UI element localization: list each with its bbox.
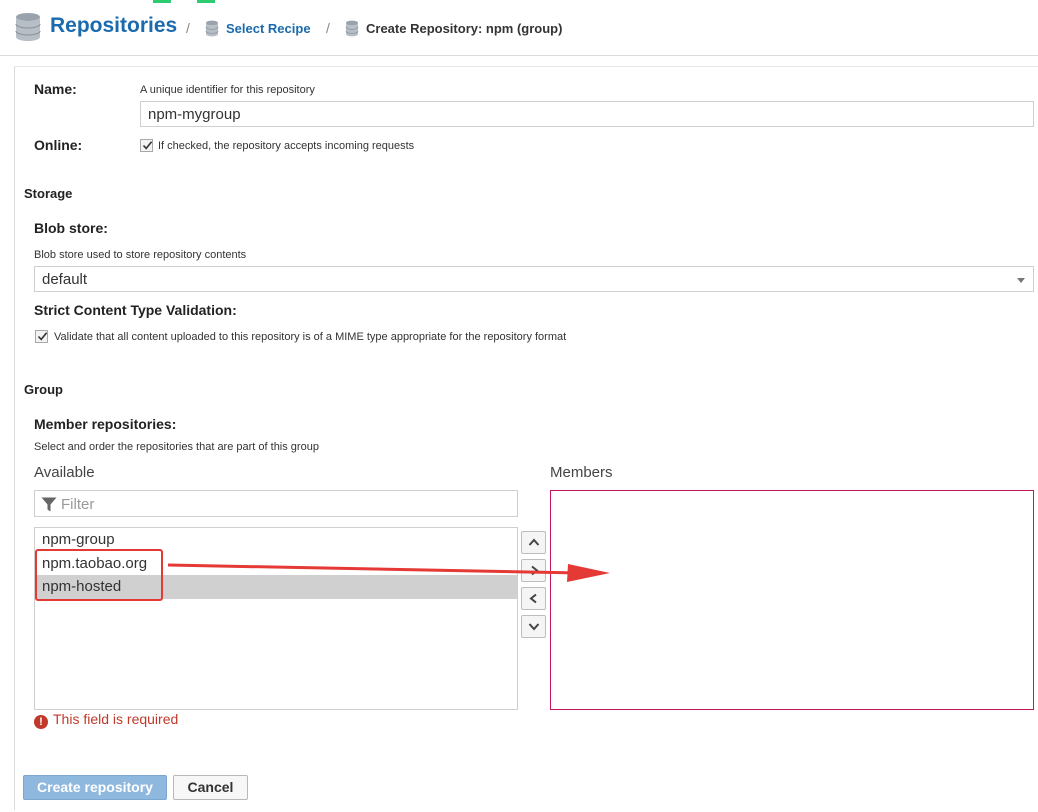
breadcrumb-current: Create Repository: npm (group) — [366, 21, 563, 36]
cancel-button[interactable]: Cancel — [173, 775, 248, 800]
chevron-down-icon[interactable] — [1017, 278, 1025, 283]
database-icon — [14, 12, 42, 42]
member-repositories-help: Select and order the repositories that a… — [34, 441, 319, 453]
name-label: Name: — [34, 81, 77, 97]
filter-icon — [41, 497, 57, 512]
annotation-arrow-icon — [167, 563, 610, 582]
exclamation-icon: ! — [34, 715, 48, 729]
database-icon — [205, 20, 219, 37]
database-icon — [345, 20, 359, 37]
header-bar: Repositories / Select Recipe / Create Re… — [0, 0, 1038, 56]
create-repository-button[interactable]: Create repository — [23, 775, 167, 800]
online-checkbox[interactable] — [140, 139, 153, 152]
blob-store-help: Blob store used to store repository cont… — [34, 249, 247, 261]
name-help: A unique identifier for this repository — [140, 84, 315, 96]
breadcrumb-title[interactable]: Repositories — [50, 14, 177, 38]
online-label: Online: — [34, 137, 83, 153]
blob-store-value: default — [42, 271, 88, 288]
members-list[interactable] — [550, 490, 1034, 710]
remove-from-members-button[interactable] — [521, 587, 546, 610]
annotation-highlight-box — [35, 549, 163, 601]
available-label: Available — [34, 464, 95, 481]
breadcrumb-select-recipe-link[interactable]: Select Recipe — [226, 21, 311, 36]
strict-validation-checkbox[interactable] — [35, 330, 48, 343]
blob-store-label: Blob store: — [34, 220, 108, 236]
breadcrumb-separator: / — [186, 20, 190, 36]
group-section-title: Group — [24, 382, 63, 397]
members-label: Members — [550, 464, 613, 481]
field-error: ! This field is required — [34, 711, 178, 729]
breadcrumb-separator: / — [326, 20, 330, 36]
storage-section-title: Storage — [24, 186, 73, 201]
move-up-button[interactable] — [521, 531, 546, 554]
name-input[interactable]: npm-mygroup — [140, 101, 1034, 127]
filter-placeholder: Filter — [61, 496, 95, 513]
strict-validation-label: Strict Content Type Validation: — [34, 302, 237, 318]
member-repositories-label: Member repositories: — [34, 416, 177, 432]
checkmark-icon — [37, 332, 48, 341]
online-checkbox-label: If checked, the repository accepts incom… — [158, 140, 415, 152]
blob-store-select[interactable]: default — [34, 266, 1034, 292]
header-accent — [153, 0, 171, 3]
move-down-button[interactable] — [521, 615, 546, 638]
header-accent — [197, 0, 215, 3]
strict-validation-text: Validate that all content uploaded to th… — [54, 331, 567, 343]
chevron-up-icon — [528, 538, 540, 546]
chevron-down-icon — [528, 623, 540, 631]
checkmark-icon — [142, 141, 153, 150]
chevron-left-icon — [529, 593, 537, 604]
field-error-text: This field is required — [53, 711, 179, 727]
filter-input[interactable]: Filter — [34, 490, 518, 517]
